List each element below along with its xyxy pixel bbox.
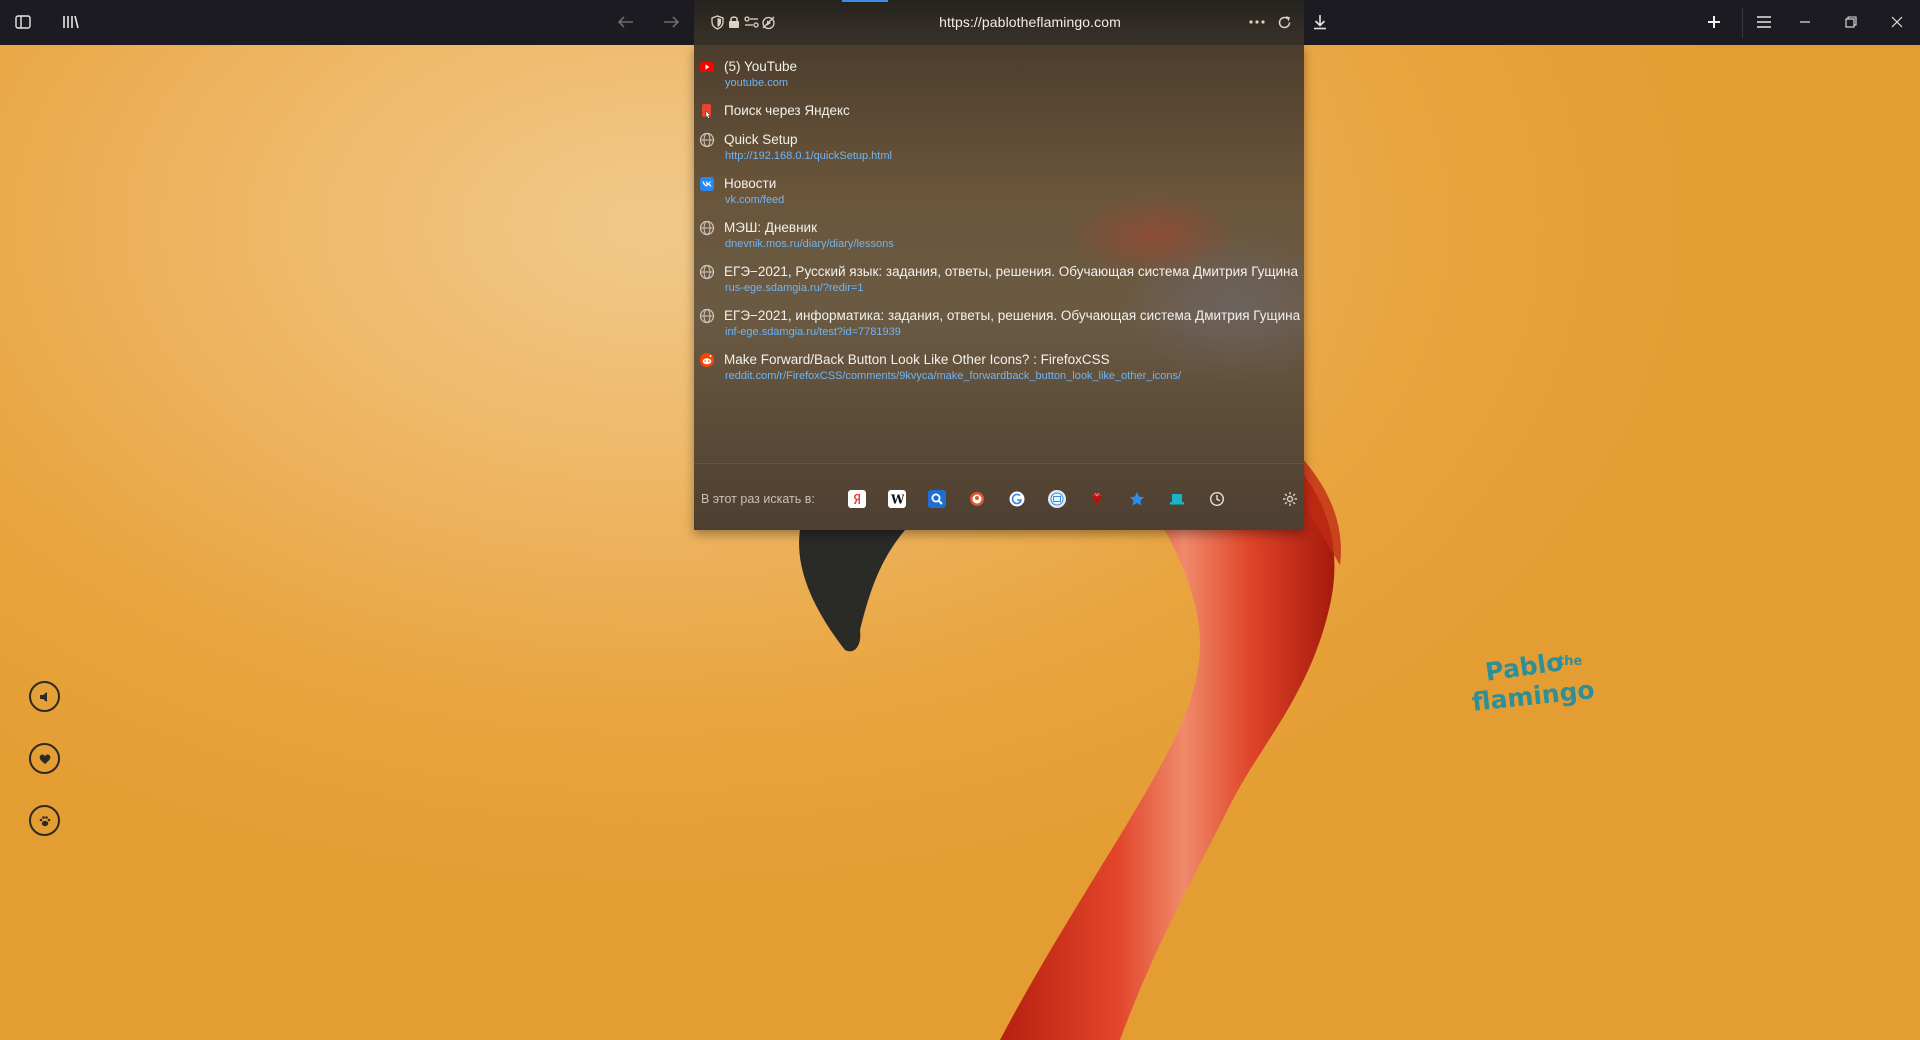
paw-button[interactable] — [29, 805, 60, 836]
result-row[interactable]: Quick Setup http://192.168.0.1/quickSetu… — [694, 128, 1304, 178]
page-actions-icon — [1249, 20, 1265, 24]
reload-button[interactable] — [1273, 11, 1295, 33]
globe-icon — [699, 220, 715, 236]
mail-engine-button[interactable] — [1048, 490, 1066, 508]
search-settings-icon — [1283, 492, 1297, 506]
tabs-icon — [1170, 494, 1184, 505]
url-bar-accent — [842, 0, 888, 2]
sidebar-icon — [15, 15, 31, 29]
youtube-icon — [700, 62, 714, 72]
back-icon — [617, 16, 633, 28]
reddit-icon — [700, 353, 714, 367]
result-title: Поиск через Яндекс — [724, 103, 850, 118]
globe-icon — [699, 308, 715, 324]
result-url: http://192.168.0.1/quickSetup.html — [725, 150, 892, 162]
ruby-engine-button[interactable] — [1088, 490, 1106, 508]
forward-button[interactable] — [660, 11, 682, 33]
url-text[interactable]: https://pablotheflamingo.com — [930, 14, 1130, 30]
forward-icon — [664, 16, 680, 28]
pablo-logo: Pablo the flamingo — [1468, 643, 1600, 723]
result-url: vk.com/feed — [725, 194, 785, 206]
restore-icon — [1845, 16, 1857, 28]
wikipedia-engine-icon: W — [890, 492, 904, 506]
close-button[interactable] — [1886, 11, 1908, 33]
ruby-engine-icon — [1092, 492, 1102, 505]
paw-icon — [39, 815, 50, 826]
result-row[interactable]: Новости vk.com/feed — [694, 172, 1304, 222]
result-row[interactable]: ЕГЭ−2021, информатика: задания, ответы, … — [694, 304, 1304, 354]
downloads-button[interactable] — [1309, 11, 1331, 33]
url-bar[interactable]: https://pablotheflamingo.com — [694, 0, 1304, 45]
globe-icon — [699, 132, 715, 148]
globe-icon — [699, 264, 715, 280]
menu-icon — [1757, 16, 1771, 28]
svg-text:the: the — [1558, 654, 1582, 669]
sidebar-button[interactable] — [12, 11, 34, 33]
svg-text:W: W — [890, 493, 904, 507]
autoplay-icon — [761, 16, 775, 29]
mail-engine-icon — [1050, 492, 1064, 506]
one-off-search-bar: В этот раз искать в: W — [694, 463, 1304, 530]
result-title: ЕГЭ−2021, информатика: задания, ответы, … — [724, 308, 1301, 323]
duckduckgo-engine-icon — [970, 492, 984, 506]
reload-icon — [1278, 15, 1290, 28]
search-engine-button[interactable] — [928, 490, 946, 508]
yandex-engine-icon — [850, 492, 864, 506]
duckduckgo-engine-button[interactable] — [968, 490, 986, 508]
minimize-button[interactable] — [1794, 11, 1816, 33]
tabs-button[interactable] — [1168, 490, 1186, 508]
result-row[interactable]: МЭШ: Дневник dnevnik.mos.ru/diary/diary/… — [694, 216, 1304, 266]
library-icon — [63, 15, 79, 29]
result-title: (5) YouTube — [724, 59, 798, 74]
result-row[interactable]: Make Forward/Back Button Look Like Other… — [694, 348, 1304, 398]
result-title: МЭШ: Дневник — [724, 220, 818, 235]
search-engine-icon — [931, 493, 943, 505]
yandex-engine-button[interactable] — [848, 490, 866, 508]
lock-icon — [729, 16, 739, 28]
library-button[interactable] — [60, 11, 82, 33]
vk-icon — [700, 177, 714, 191]
result-url: dnevnik.mos.ru/diary/diary/lessons — [725, 238, 894, 250]
browser-toolbar: https://pablotheflamingo.com — [0, 0, 1920, 45]
result-url: inf-ege.sdamgia.ru/test?id=7781939 — [725, 326, 901, 338]
sound-button[interactable] — [29, 681, 60, 712]
result-url: reddit.com/r/FirefoxCSS/comments/9kvyca/… — [725, 370, 1182, 382]
wikipedia-engine-button[interactable]: W — [888, 490, 906, 508]
google-engine-icon — [1009, 491, 1025, 507]
result-title: Quick Setup — [724, 132, 798, 147]
heart-icon — [39, 754, 50, 764]
result-url: rus-ege.sdamgia.ru/?redir=1 — [725, 282, 864, 294]
page-actions-button[interactable] — [1246, 11, 1268, 33]
sound-icon — [39, 691, 47, 702]
yandex-icon — [702, 104, 711, 119]
bookmarks-button[interactable] — [1128, 490, 1146, 508]
search-settings-button[interactable] — [1281, 490, 1299, 508]
like-button[interactable] — [29, 743, 60, 774]
back-button[interactable] — [615, 11, 637, 33]
result-url: youtube.com — [725, 77, 788, 89]
menu-button[interactable] — [1753, 11, 1775, 33]
one-off-label: В этот раз искать в: — [701, 492, 815, 506]
history-icon — [1209, 491, 1225, 507]
downloads-icon — [1314, 15, 1326, 30]
new-tab-icon — [1708, 16, 1720, 28]
result-row[interactable]: ЕГЭ−2021, Русский язык: задания, ответы,… — [694, 260, 1304, 310]
close-icon — [1891, 16, 1903, 28]
result-title: Make Forward/Back Button Look Like Other… — [724, 352, 1110, 367]
autoplay-button[interactable] — [757, 11, 779, 33]
result-row[interactable]: (5) YouTube youtube.com — [694, 55, 1304, 105]
history-button[interactable] — [1208, 490, 1226, 508]
shield-icon — [710, 14, 724, 30]
result-title: ЕГЭ−2021, Русский язык: задания, ответы,… — [724, 264, 1298, 279]
google-engine-button[interactable] — [1008, 490, 1026, 508]
minimize-icon — [1800, 21, 1810, 23]
new-tab-button[interactable] — [1703, 11, 1725, 33]
bookmarks-star-icon — [1130, 492, 1144, 506]
toolbar-separator — [1742, 8, 1743, 38]
url-dropdown: (5) YouTube youtube.com Поиск через Янде… — [694, 45, 1304, 530]
result-title: Новости — [724, 176, 777, 191]
restore-button[interactable] — [1840, 11, 1862, 33]
